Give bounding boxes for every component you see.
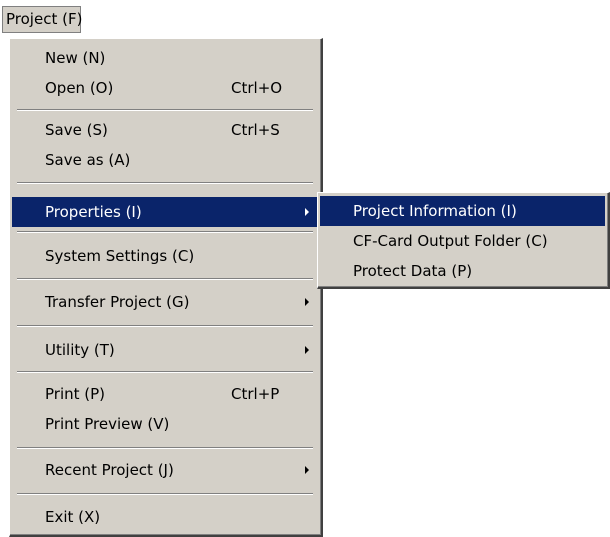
menu-item-open[interactable]: Open (O) Ctrl+O: [12, 73, 318, 103]
shortcut-text: Ctrl+O: [231, 79, 283, 97]
menu-item-save[interactable]: Save (S) Ctrl+S: [12, 115, 318, 145]
menu-item-transfer-project[interactable]: Transfer Project (G): [12, 287, 318, 317]
menu-item-print[interactable]: Print (P) Ctrl+P: [12, 379, 318, 409]
submenu-arrow-icon: [305, 466, 309, 474]
menu-item-label: Recent Project (J): [45, 461, 174, 479]
menu-project[interactable]: Project (F): [2, 6, 82, 33]
menu-item-label: System Settings (C): [45, 247, 195, 265]
menu-item-utility[interactable]: Utility (T): [12, 335, 318, 365]
menu-item-label: Properties (I): [45, 203, 142, 221]
menu-item-system-settings[interactable]: System Settings (C): [12, 241, 318, 271]
menu-item-label: Print (P): [45, 385, 106, 403]
menu-item-exit[interactable]: Exit (X): [12, 502, 318, 532]
menu-separator: [17, 109, 313, 111]
menu-item-recent-project[interactable]: Recent Project (J): [12, 455, 318, 485]
menu-separator: [17, 231, 313, 233]
menu-item-protect-data[interactable]: Protect Data (P): [320, 256, 605, 286]
menu-item-project-information[interactable]: Project Information (I): [320, 196, 605, 226]
menu-separator: [17, 325, 313, 327]
menu-separator: [17, 447, 313, 449]
menu-item-properties[interactable]: Properties (I): [12, 197, 318, 227]
menu-item-label: New (N): [45, 49, 106, 67]
menu-item-save-as[interactable]: Save as (A): [12, 145, 318, 175]
menu-item-label: Save (S): [45, 121, 108, 139]
menu-separator: [17, 278, 313, 280]
properties-submenu: Project Information (I) CF-Card Output F…: [317, 192, 610, 289]
shortcut-text: Ctrl+S: [231, 121, 280, 139]
submenu-arrow-icon: [305, 346, 309, 354]
menu-item-label: Save as (A): [45, 151, 131, 169]
submenu-arrow-icon: [305, 208, 309, 216]
menu-item-label: Transfer Project (G): [45, 293, 190, 311]
menu-item-new[interactable]: New (N): [12, 43, 318, 73]
menu-item-label: CF-Card Output Folder (C): [353, 232, 548, 250]
menu-item-label: Utility (T): [45, 341, 115, 359]
menu-item-cf-card-output-folder[interactable]: CF-Card Output Folder (C): [320, 226, 605, 256]
menu-separator: [17, 493, 313, 495]
menu-separator: [17, 182, 313, 184]
shortcut-text: Ctrl+P: [231, 385, 280, 403]
menu-item-label: Print Preview (V): [45, 415, 170, 433]
menu-item-label: Protect Data (P): [353, 262, 473, 280]
menu-separator: [17, 371, 313, 373]
menu-item-label: Open (O): [45, 79, 114, 97]
submenu-arrow-icon: [305, 298, 309, 306]
menu-item-label: Exit (X): [45, 508, 101, 526]
project-menu: New (N) Open (O) Ctrl+O Save (S) Ctrl+S …: [9, 38, 323, 537]
menu-item-label: Project Information (I): [353, 202, 517, 220]
menu-item-print-preview[interactable]: Print Preview (V): [12, 409, 318, 439]
